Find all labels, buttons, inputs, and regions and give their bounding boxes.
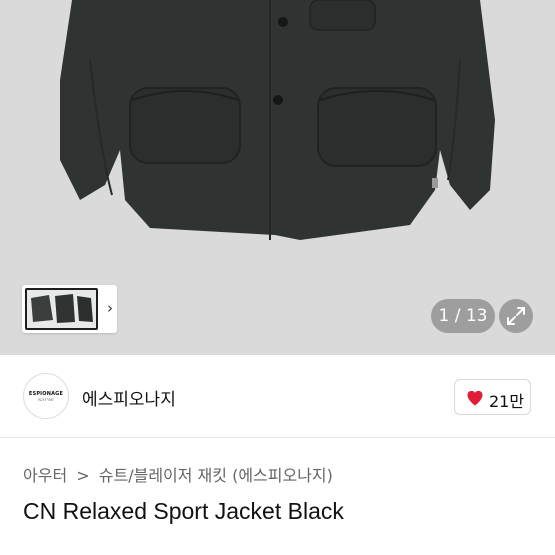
- expand-icon: [507, 307, 525, 325]
- brand-name[interactable]: 에스피오나지: [82, 385, 176, 410]
- image-counter: 1 / 13: [431, 299, 495, 333]
- like-button[interactable]: 21만: [454, 379, 531, 415]
- brand-logo-subtext: N.37°56': [38, 398, 54, 402]
- breadcrumb: 아우터 > 슈트/블레이저 재킷 (에스피오나지): [23, 462, 337, 486]
- breadcrumb-category[interactable]: 아우터: [23, 466, 67, 485]
- thumbnail-jackets-image: [31, 294, 93, 323]
- brand-logo-text: ESPIONAGE: [28, 391, 64, 397]
- heart-icon: [467, 390, 483, 406]
- thumbnail-selected[interactable]: [25, 288, 98, 330]
- like-count: 21만: [489, 392, 525, 411]
- product-title: CN Relaxed Sport Jacket Black: [23, 498, 344, 524]
- brand-row[interactable]: ESPIONAGE N.37°56' 에스피오나지 21만: [0, 355, 555, 438]
- chevron-right-icon[interactable]: ›: [107, 299, 113, 317]
- product-image-gallery[interactable]: › 1 / 13: [0, 0, 555, 355]
- thumbnail-strip[interactable]: ›: [22, 285, 117, 333]
- breadcrumb-subcategory[interactable]: 슈트/블레이저 재킷 (에스피오나지): [99, 466, 333, 485]
- brand-logo[interactable]: ESPIONAGE N.37°56': [23, 373, 69, 419]
- expand-button[interactable]: [499, 299, 533, 333]
- breadcrumb-separator: >: [76, 466, 90, 485]
